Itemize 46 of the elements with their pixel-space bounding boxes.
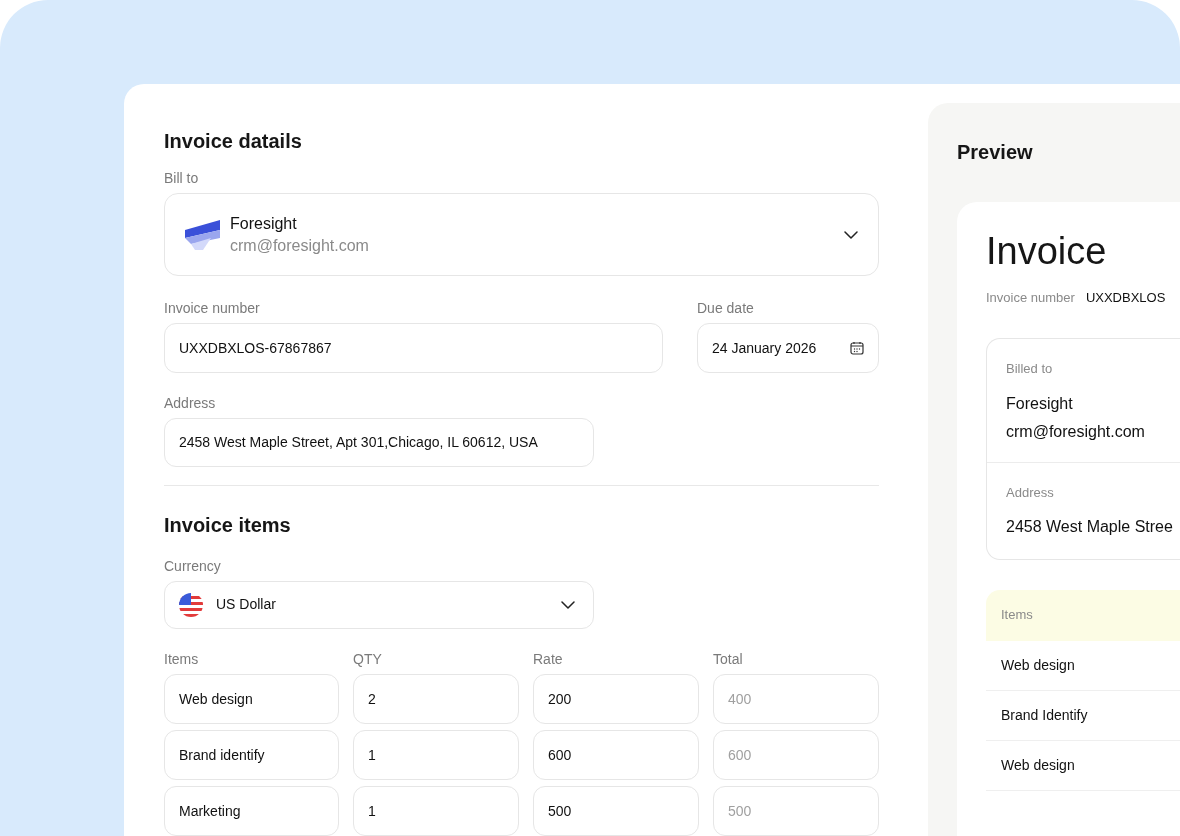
field-label: Bill to — [164, 169, 200, 188]
quantity-field[interactable]: 1 — [353, 786, 519, 836]
address-field[interactable]: 2458 West Maple Street, Apt 301,Chicago, IL 60612, USA — [164, 418, 594, 467]
column-header: Rate — [533, 650, 564, 669]
quantity-field[interactable]: 1 — [353, 730, 519, 780]
column-header: Total — [713, 650, 744, 669]
currency-dropdown[interactable]: US Dollar — [164, 580, 594, 629]
field-label: Address — [164, 394, 217, 414]
panel-title: Preview — [957, 140, 1034, 165]
invoice-number-field[interactable]: UXXDBXLOS-67867867 — [164, 323, 663, 374]
invoice-heading: Invoice — [986, 229, 1108, 274]
client-email: crm@foresight.com — [1006, 422, 1146, 442]
section-title: Invoice datails — [164, 129, 303, 154]
rate-field[interactable]: 600 — [533, 730, 699, 780]
flag-icon — [179, 592, 203, 617]
due-date-field[interactable]: 24 January 2026 — [697, 323, 879, 374]
quantity-field[interactable]: 2 — [353, 674, 519, 724]
field-label: Currency — [164, 556, 222, 576]
field-label: Billed to — [1006, 359, 1054, 378]
item-field[interactable]: Web design — [164, 674, 339, 724]
column-header: QTY — [353, 650, 383, 669]
item-row: Web design — [986, 640, 1180, 691]
rate-field[interactable]: 200 — [533, 674, 699, 724]
column-header: Items — [1001, 606, 1033, 625]
item-row: Brand Identify — [986, 690, 1180, 741]
currency-value: US Dollar — [216, 595, 277, 615]
field-label: Due date — [697, 299, 755, 319]
chevron-down-icon — [844, 230, 858, 239]
bill-to-dropdown[interactable]: Foresight crm@foresight.com — [164, 193, 879, 277]
rate-field[interactable]: 500 — [533, 786, 699, 836]
column-header: Items — [164, 650, 200, 669]
client-name: Foresight — [1006, 394, 1074, 414]
item-field[interactable]: Marketing — [164, 786, 339, 836]
invoice-number-value: UXXDBXLOS — [1085, 289, 1166, 307]
date-value: 24 January 2026 — [712, 338, 817, 358]
calendar-icon — [850, 341, 864, 356]
invoice-number-label: Invoice number — [986, 289, 1075, 307]
section-title: Invoice items — [164, 512, 292, 538]
item-row: Web design — [986, 740, 1180, 791]
item-field[interactable]: Brand identify — [164, 730, 339, 780]
company-email: crm@foresight.com — [230, 235, 370, 256]
field-label: Invoice number — [164, 299, 261, 319]
field-label: Address — [1006, 484, 1055, 502]
company-name: Foresight — [230, 213, 298, 234]
chevron-down-icon — [561, 600, 575, 609]
client-address: 2458 West Maple Stree — [1006, 516, 1173, 537]
